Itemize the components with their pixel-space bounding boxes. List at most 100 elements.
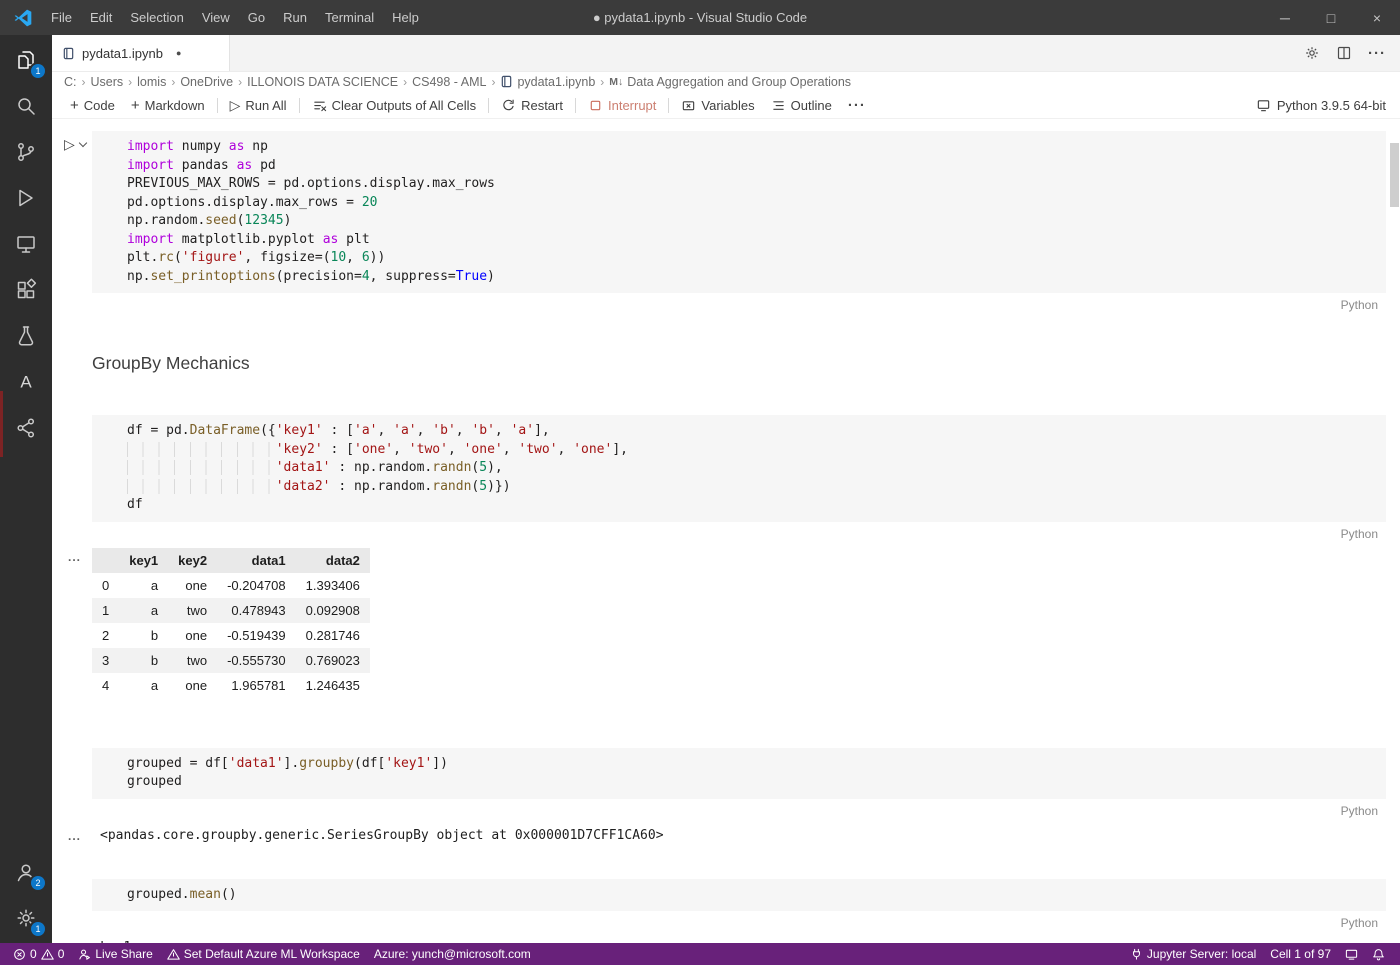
gear-icon[interactable] [1304, 45, 1320, 61]
run-debug-icon [14, 186, 38, 210]
code-line: np.set_printoptions(precision=4, suppres… [127, 268, 1376, 287]
settings-button[interactable]: 1 [0, 895, 52, 941]
tab-pydata1-ipynb[interactable]: pydata1.ipynb ● [52, 35, 230, 71]
table-column-header: key1 [119, 548, 168, 573]
code-line: plt.rc('figure', figsize=(10, 6)) [127, 249, 1376, 268]
chevron-down-icon [79, 139, 87, 147]
table-column-header: data2 [296, 548, 370, 573]
minimize-button[interactable]: ─ [1262, 0, 1308, 35]
run-all-button[interactable]: ▷ Run All [222, 92, 295, 118]
output-more-button[interactable]: ... [68, 550, 81, 564]
split-editor-icon[interactable] [1336, 45, 1352, 61]
azure-ml-workspace-button[interactable]: Set Default Azure ML Workspace [160, 943, 367, 965]
sidebar-item-extensions[interactable] [0, 267, 52, 313]
accounts-button[interactable]: 2 [0, 849, 52, 895]
menu-file[interactable]: File [42, 0, 81, 35]
editor-actions: ··· [1304, 35, 1400, 71]
toolbar-more-button[interactable]: ··· [840, 92, 874, 118]
breadcrumb-section[interactable]: Data Aggregation and Group Operations [627, 75, 851, 89]
interrupt-button[interactable]: Interrupt [580, 92, 664, 118]
breadcrumb-segment[interactable]: OneDrive [180, 75, 233, 89]
accounts-badge: 2 [31, 876, 45, 890]
chevron-right-icon: › [170, 75, 176, 89]
menu-go[interactable]: Go [239, 0, 274, 35]
cell-editor[interactable]: grouped = df['data1'].groupby(df['key1']… [92, 748, 1386, 799]
code-line: 'data1' : np.random.randn(5), [127, 459, 1376, 478]
add-markdown-cell-button[interactable]: + Markdown [123, 92, 213, 118]
sidebar-item-run-debug[interactable] [0, 175, 52, 221]
menu-view[interactable]: View [193, 0, 239, 35]
interpreter-icon [1256, 98, 1271, 113]
code-line: np.random.seed(12345) [127, 212, 1376, 231]
run-icon: ▷ [64, 136, 75, 153]
azure-account-indicator[interactable]: Azure: yunch@microsoft.com [367, 943, 538, 965]
cell-output: ... key1 [52, 939, 1400, 943]
window-title: ● pydata1.ipynb - Visual Studio Code [593, 0, 807, 35]
code-line: grouped [127, 773, 1376, 792]
cell-language-label[interactable]: Python [1341, 916, 1378, 930]
sidebar-item-testing[interactable] [0, 313, 52, 359]
error-icon [13, 948, 26, 961]
plus-icon: + [70, 98, 79, 113]
sidebar-item-azure-ml[interactable] [0, 405, 52, 451]
table-header-row: key1key2data1data2 [92, 548, 370, 573]
breadcrumb-segment[interactable]: C: [64, 75, 77, 89]
outline-button[interactable]: Outline [763, 92, 840, 118]
breadcrumb-segment[interactable]: CS498 - AML [412, 75, 486, 89]
code-cell-1: ▷ import numpy as npimport pandas as pdP… [52, 131, 1400, 293]
jupyter-server-indicator[interactable]: Jupyter Server: local [1123, 943, 1263, 965]
cell-position-indicator[interactable]: Cell 1 of 97 [1263, 943, 1338, 965]
cell-output: ... <pandas.core.groupby.generic.SeriesG… [52, 827, 1400, 843]
cell-language-label[interactable]: Python [1341, 298, 1378, 312]
code-line: pd.options.display.max_rows = 20 [127, 194, 1376, 213]
more-actions-icon[interactable]: ··· [1368, 45, 1386, 62]
sidebar-item-azure[interactable]: A [0, 359, 52, 405]
menu-run[interactable]: Run [274, 0, 316, 35]
clear-outputs-button[interactable]: Clear Outputs of All Cells [304, 92, 485, 118]
problems-indicator[interactable]: 0 0 [6, 943, 71, 965]
explorer-badge: 1 [31, 64, 45, 78]
sidebar-item-remote-explorer[interactable] [0, 221, 52, 267]
restart-button[interactable]: Restart [493, 92, 571, 118]
menu-help[interactable]: Help [383, 0, 428, 35]
output-more-button[interactable]: ... [68, 941, 81, 943]
sidebar-item-search[interactable] [0, 83, 52, 129]
breadcrumb-segment[interactable]: lomis [137, 75, 166, 89]
menu-edit[interactable]: Edit [81, 0, 121, 35]
close-button[interactable]: × [1354, 0, 1400, 35]
menu-terminal[interactable]: Terminal [316, 0, 383, 35]
warning-icon [41, 948, 54, 961]
breadcrumb-segment[interactable]: ILLONOIS DATA SCIENCE [247, 75, 398, 89]
markdown-cell-heading[interactable]: GroupBy Mechanics [92, 353, 1400, 377]
variables-button[interactable]: Variables [673, 92, 762, 118]
kernel-picker[interactable]: Python 3.9.5 64-bit [1256, 98, 1400, 113]
live-share-button[interactable]: Live Share [71, 943, 159, 965]
chevron-right-icon: › [402, 75, 408, 89]
sidebar-item-source-control[interactable] [0, 129, 52, 175]
restart-icon [501, 98, 516, 113]
cell-editor[interactable]: grouped.mean() [92, 879, 1386, 912]
cell-language-label[interactable]: Python [1341, 527, 1378, 541]
maximize-button[interactable]: □ [1308, 0, 1354, 35]
cell-gutter [52, 748, 92, 799]
dataframe-output-table: key1key2data1data2 0aone-0.2047081.39340… [92, 548, 370, 698]
screencast-button[interactable] [1338, 943, 1365, 965]
cell-editor[interactable]: import numpy as npimport pandas as pdPRE… [92, 131, 1386, 293]
cell-gutter: ▷ [52, 131, 92, 293]
add-code-cell-button[interactable]: + Code [62, 92, 123, 118]
breadcrumb-segment[interactable]: Users [91, 75, 124, 89]
cell-editor[interactable]: df = pd.DataFrame({'key1' : ['a', 'a', '… [92, 415, 1386, 522]
menu-selection[interactable]: Selection [121, 0, 192, 35]
cell-language-label[interactable]: Python [1341, 804, 1378, 818]
vscode-window: File Edit Selection View Go Run Terminal… [0, 0, 1400, 965]
run-cell-button[interactable]: ▷ [52, 136, 92, 153]
notifications-bell-button[interactable] [1365, 943, 1392, 965]
output-more-button[interactable]: ... [68, 829, 81, 843]
azure-icon: A [14, 370, 38, 394]
breadcrumb-file[interactable]: pydata1.ipynb [517, 75, 595, 89]
run-all-icon: ▷ [230, 97, 241, 114]
sidebar-item-explorer[interactable]: 1 [0, 37, 52, 83]
scrollbar-thumb[interactable] [1390, 143, 1399, 207]
extensions-icon [14, 278, 38, 302]
cell-output: ... key1key2data1data2 0aone-0.2047081.3… [52, 548, 1400, 698]
